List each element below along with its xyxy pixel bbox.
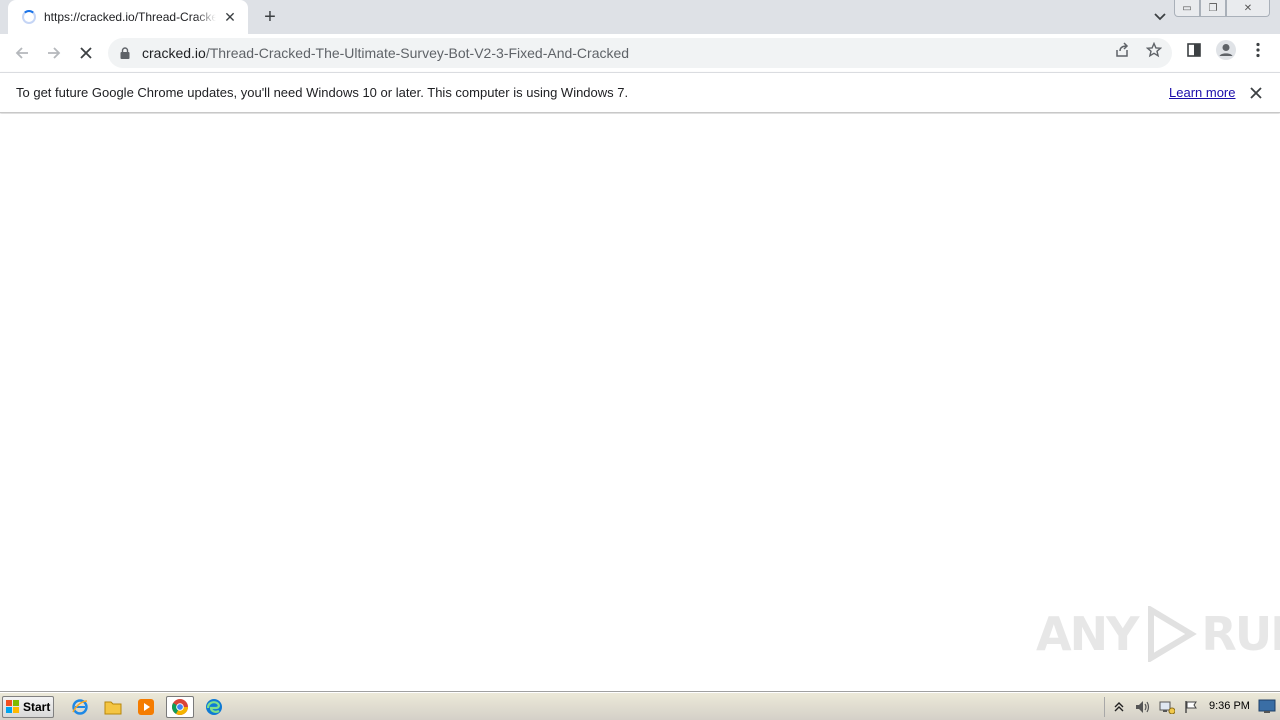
forward-button[interactable] <box>42 41 66 65</box>
url-text: cracked.io/Thread-Cracked-The-Ultimate-S… <box>142 45 629 61</box>
menu-kebab-icon[interactable] <box>1249 41 1267 59</box>
new-tab-button[interactable]: + <box>259 6 281 28</box>
restore-button[interactable]: ❐ <box>1200 0 1226 17</box>
tab-close-icon[interactable]: ✕ <box>222 9 238 25</box>
browser-tab[interactable]: https://cracked.io/Thread-Cracked-The-Ul… <box>8 0 248 34</box>
stop-icon <box>80 47 92 59</box>
internet-explorer-icon[interactable] <box>66 696 94 718</box>
play-logo-icon <box>1148 606 1198 662</box>
windows-logo-icon <box>6 700 19 713</box>
back-button[interactable] <box>10 41 34 65</box>
tab-strip: https://cracked.io/Thread-Cracked-The-Ul… <box>0 0 1280 34</box>
minimize-button[interactable]: ▭ <box>1174 0 1200 17</box>
show-hidden-icons-icon[interactable] <box>1109 697 1129 717</box>
address-bar[interactable]: cracked.io/Thread-Cracked-The-Ultimate-S… <box>108 38 1172 68</box>
tab-search-chevron-icon[interactable] <box>1150 7 1170 27</box>
chrome-taskbar-icon[interactable] <box>166 696 194 718</box>
start-button[interactable]: Start <box>2 696 54 718</box>
media-player-icon[interactable] <box>132 696 160 718</box>
update-infobar: To get future Google Chrome updates, you… <box>0 72 1280 113</box>
watermark-left-text: ANY <box>1036 607 1139 661</box>
tray-separator <box>1104 697 1105 717</box>
browser-toolbar: cracked.io/Thread-Cracked-The-Ultimate-S… <box>0 34 1280 72</box>
forward-arrow-icon <box>48 47 61 59</box>
infobar-close-icon[interactable] <box>1247 84 1265 102</box>
page-content: ANY RUN <box>0 114 1280 692</box>
start-label: Start <box>23 700 51 714</box>
infobar-message: To get future Google Chrome updates, you… <box>16 85 629 100</box>
edge-icon[interactable] <box>200 696 228 718</box>
stop-loading-button[interactable] <box>74 41 98 65</box>
learn-more-link[interactable]: Learn more <box>1169 85 1235 100</box>
action-center-flag-icon[interactable] <box>1181 697 1201 717</box>
url-path: /Thread-Cracked-The-Ultimate-Survey-Bot-… <box>205 45 630 61</box>
taskbar: Start 9:36 PM <box>0 692 1280 720</box>
taskbar-clock[interactable]: 9:36 PM <box>1209 700 1250 712</box>
tab-title: https://cracked.io/Thread-Cracked-The-Ul… <box>44 10 216 24</box>
side-panel-icon[interactable] <box>1185 41 1203 59</box>
share-icon[interactable] <box>1113 41 1131 59</box>
bookmark-star-icon[interactable] <box>1145 41 1163 59</box>
network-icon[interactable] <box>1157 697 1177 717</box>
volume-icon[interactable] <box>1133 697 1153 717</box>
loading-spinner-icon <box>22 10 36 24</box>
profile-avatar-icon[interactable] <box>1215 39 1237 61</box>
back-arrow-icon <box>15 47 28 59</box>
anyrun-watermark: ANY RUN <box>1036 606 1280 662</box>
show-desktop-icon[interactable] <box>1258 698 1276 714</box>
window-controls: ▭ ❐ ✕ <box>1174 0 1270 17</box>
lock-icon <box>120 46 134 60</box>
watermark-right-text: RUN <box>1201 607 1280 661</box>
system-tray <box>1104 695 1205 719</box>
close-window-button[interactable]: ✕ <box>1226 0 1270 17</box>
file-explorer-icon[interactable] <box>99 696 127 718</box>
url-domain: cracked.io <box>142 45 206 61</box>
